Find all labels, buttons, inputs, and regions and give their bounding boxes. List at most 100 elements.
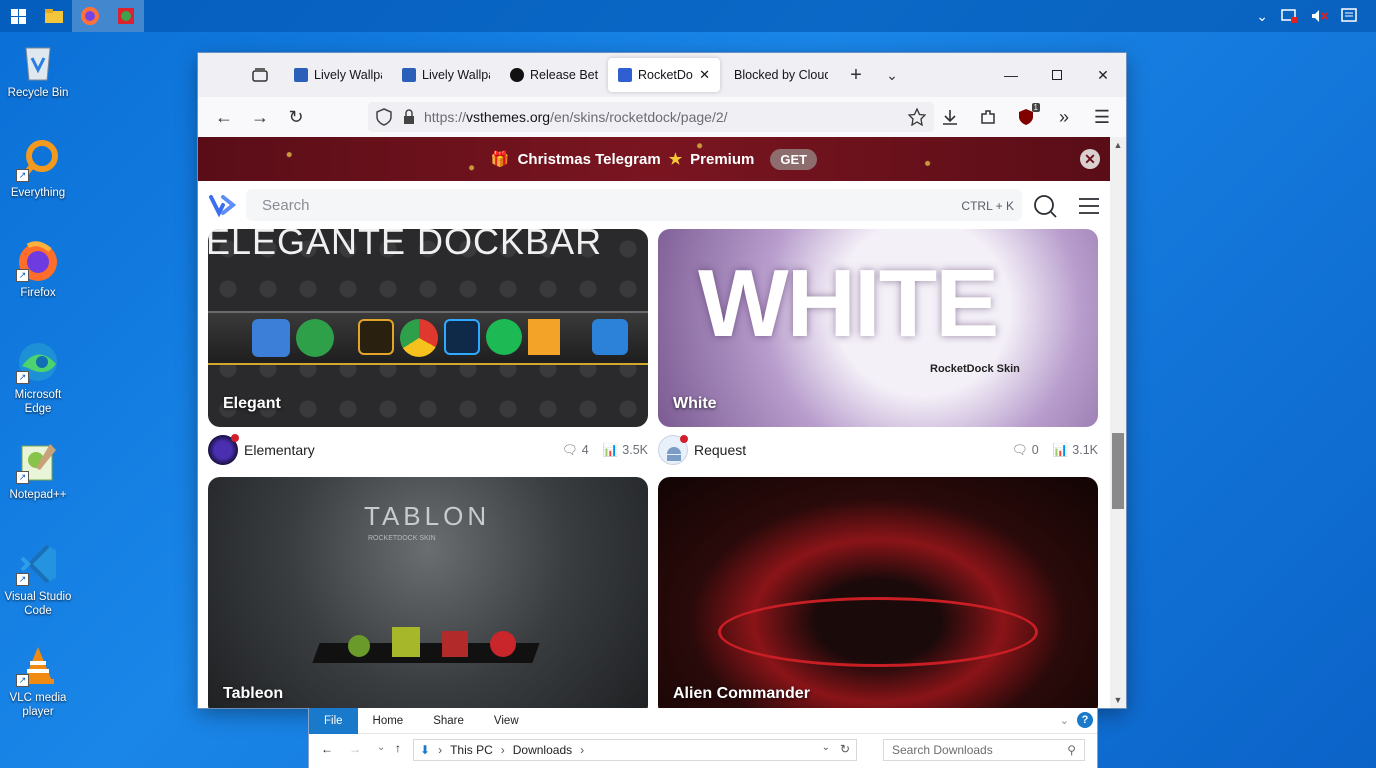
recent-locations-icon[interactable]: ⌄ xyxy=(377,742,385,753)
banner-get-button[interactable]: GET xyxy=(770,148,818,170)
network-icon[interactable] xyxy=(1280,8,1298,24)
skin-card-tableon[interactable]: TABLON ROCKETDOCK SKIN Tableon xyxy=(208,477,648,708)
tab-title: RocketDoc xyxy=(638,68,694,82)
hamburger-menu-icon[interactable] xyxy=(1076,193,1102,219)
page-content: 🎁 Christmas Telegram ★ Premium GET ✕ Sea… xyxy=(198,137,1110,708)
tab-blocked-cloudflare[interactable]: Blocked by Cloud xyxy=(724,58,838,92)
desktop-icon-vscode[interactable]: ↗ Visual Studio Code xyxy=(2,542,74,618)
minimize-button[interactable]: — xyxy=(988,53,1034,97)
list-all-tabs-button[interactable]: ⌄ xyxy=(874,59,910,91)
tab-title: Lively Wallpa xyxy=(314,68,382,82)
tab-lively-1[interactable]: Lively Wallpa xyxy=(284,58,392,92)
search-placeholder: Search Downloads xyxy=(892,743,993,757)
page-scrollbar[interactable]: ▲ ▼ xyxy=(1110,137,1126,708)
tab-release-better[interactable]: Release Bette xyxy=(500,58,608,92)
bookmark-star-icon[interactable] xyxy=(908,108,926,126)
comments-count: 🗨 0 xyxy=(1011,442,1039,458)
tab-rocketdock[interactable]: RocketDoc ✕ xyxy=(608,58,720,92)
downloads-button[interactable] xyxy=(932,101,968,133)
shield-icon[interactable] xyxy=(376,108,392,126)
desktop-icon-everything[interactable]: ↗ Everything xyxy=(2,138,74,200)
close-tab-icon[interactable]: ✕ xyxy=(699,67,710,83)
refresh-icon[interactable]: ↻ xyxy=(840,742,850,756)
tab-lively-2[interactable]: Lively Wallpa xyxy=(392,58,500,92)
explorer-search-input[interactable]: Search Downloads ⚲ xyxy=(883,739,1085,761)
tab-overview-button[interactable] xyxy=(242,59,278,91)
card-title: Elegant xyxy=(223,395,281,412)
back-button[interactable]: ← xyxy=(206,101,242,133)
maximize-button[interactable] xyxy=(1034,53,1080,97)
lock-icon[interactable] xyxy=(402,109,416,125)
desktop-icon-notepadpp[interactable]: ↗ Notepad++ xyxy=(2,440,74,502)
scroll-down-icon[interactable]: ▼ xyxy=(1110,692,1126,708)
taskbar-app[interactable] xyxy=(108,0,144,32)
shortcut-arrow-icon: ↗ xyxy=(16,371,29,384)
volume-muted-icon[interactable] xyxy=(1310,8,1328,24)
ribbon-tab-view[interactable]: View xyxy=(479,708,534,734)
banner-close-button[interactable]: ✕ xyxy=(1080,149,1100,169)
extensions-button[interactable] xyxy=(970,101,1006,133)
more-tools-button[interactable]: » xyxy=(1046,101,1082,133)
author-name[interactable]: Request xyxy=(694,442,746,458)
close-window-button[interactable]: ✕ xyxy=(1080,53,1126,97)
author-avatar[interactable] xyxy=(658,435,688,465)
file-explorer-window: File Home Share View ⌄ ? ← → ⌄ ↑ ⬇ › Thi… xyxy=(308,707,1098,768)
taskbar-firefox[interactable] xyxy=(72,0,108,32)
reload-button[interactable]: ↻ xyxy=(278,101,314,133)
card-title: White xyxy=(673,395,717,412)
shortcut-arrow-icon: ↗ xyxy=(16,169,29,182)
plus-icon: + xyxy=(850,63,862,86)
desktop-icon-recycle-bin[interactable]: Recycle Bin xyxy=(2,38,74,100)
forward-button[interactable]: → xyxy=(242,101,278,133)
vsthemes-logo-icon[interactable] xyxy=(208,193,237,218)
start-button[interactable] xyxy=(0,0,36,32)
breadcrumb-this-pc[interactable]: This PC xyxy=(450,743,493,757)
lively-favicon-icon xyxy=(294,68,308,82)
author-name[interactable]: Elementary xyxy=(244,442,315,458)
bar-chart-icon: 📊 xyxy=(1052,442,1069,457)
white-sub-text: RocketDock Skin xyxy=(930,363,1020,375)
ribbon-tab-home[interactable]: Home xyxy=(358,708,419,734)
heart-badge-icon xyxy=(231,434,239,442)
search-icon[interactable] xyxy=(1032,193,1058,219)
ribbon-tab-share[interactable]: Share xyxy=(418,708,479,734)
skin-card-elegant[interactable]: ELEGANTE DOCKBAR Elegant xyxy=(208,229,648,427)
notifications-icon[interactable] xyxy=(1340,7,1358,25)
arrow-right-icon: → xyxy=(251,106,269,127)
forward-arrow-icon[interactable]: → xyxy=(349,742,361,756)
breadcrumb-downloads[interactable]: Downloads xyxy=(513,743,572,757)
double-chevron-icon: » xyxy=(1058,106,1069,127)
url-bar[interactable]: https://vsthemes.org/en/skins/rocketdock… xyxy=(368,102,934,132)
download-icon xyxy=(943,110,957,125)
white-big-text: WHITE xyxy=(698,250,999,357)
up-arrow-icon[interactable]: ↑ xyxy=(395,741,401,755)
card-title: Tableon xyxy=(223,685,284,702)
puzzle-icon xyxy=(981,110,995,124)
skin-card-alien-commander[interactable]: Alien Commander xyxy=(658,477,1098,708)
banner-text: Christmas Telegram xyxy=(517,150,661,168)
taskbar-file-explorer[interactable] xyxy=(36,0,72,32)
views-count: 📊 3.5K xyxy=(602,442,648,458)
arrow-left-icon: ← xyxy=(215,106,233,127)
help-icon[interactable]: ? xyxy=(1077,712,1093,728)
author-avatar[interactable] xyxy=(208,434,239,465)
address-dropdown-icon[interactable]: ⌄ xyxy=(822,742,830,753)
scroll-up-icon[interactable]: ▲ xyxy=(1110,137,1126,153)
back-arrow-icon[interactable]: ← xyxy=(321,742,333,756)
ribbon-expand-icon[interactable]: ⌄ xyxy=(1060,714,1069,727)
skin-card-white[interactable]: WHITE RocketDock Skin White xyxy=(658,229,1098,427)
explorer-address-bar[interactable]: ⬇ › This PC › Downloads › ⌄ ↻ xyxy=(413,739,857,761)
card-meta-elegant: Elementary 🗨 4 📊 3.5K xyxy=(208,433,648,467)
ribbon-tab-file[interactable]: File xyxy=(309,707,358,734)
site-search-input[interactable]: Search xyxy=(246,189,1022,221)
new-tab-button[interactable]: + xyxy=(838,59,874,91)
chevron-up-icon[interactable]: ⌄ xyxy=(1256,8,1268,25)
scrollbar-thumb[interactable] xyxy=(1112,433,1124,509)
promo-banner[interactable]: 🎁 Christmas Telegram ★ Premium GET ✕ xyxy=(198,137,1110,181)
ublock-extension-button[interactable]: 1 xyxy=(1008,101,1044,133)
card-title: Alien Commander xyxy=(673,685,810,702)
desktop-icon-edge[interactable]: ↗ Microsoft Edge xyxy=(2,340,74,416)
desktop-icon-firefox[interactable]: ↗ Firefox xyxy=(2,238,74,300)
desktop-icon-vlc[interactable]: ↗ VLC media player xyxy=(2,643,74,719)
app-menu-button[interactable]: ☰ xyxy=(1084,101,1120,133)
